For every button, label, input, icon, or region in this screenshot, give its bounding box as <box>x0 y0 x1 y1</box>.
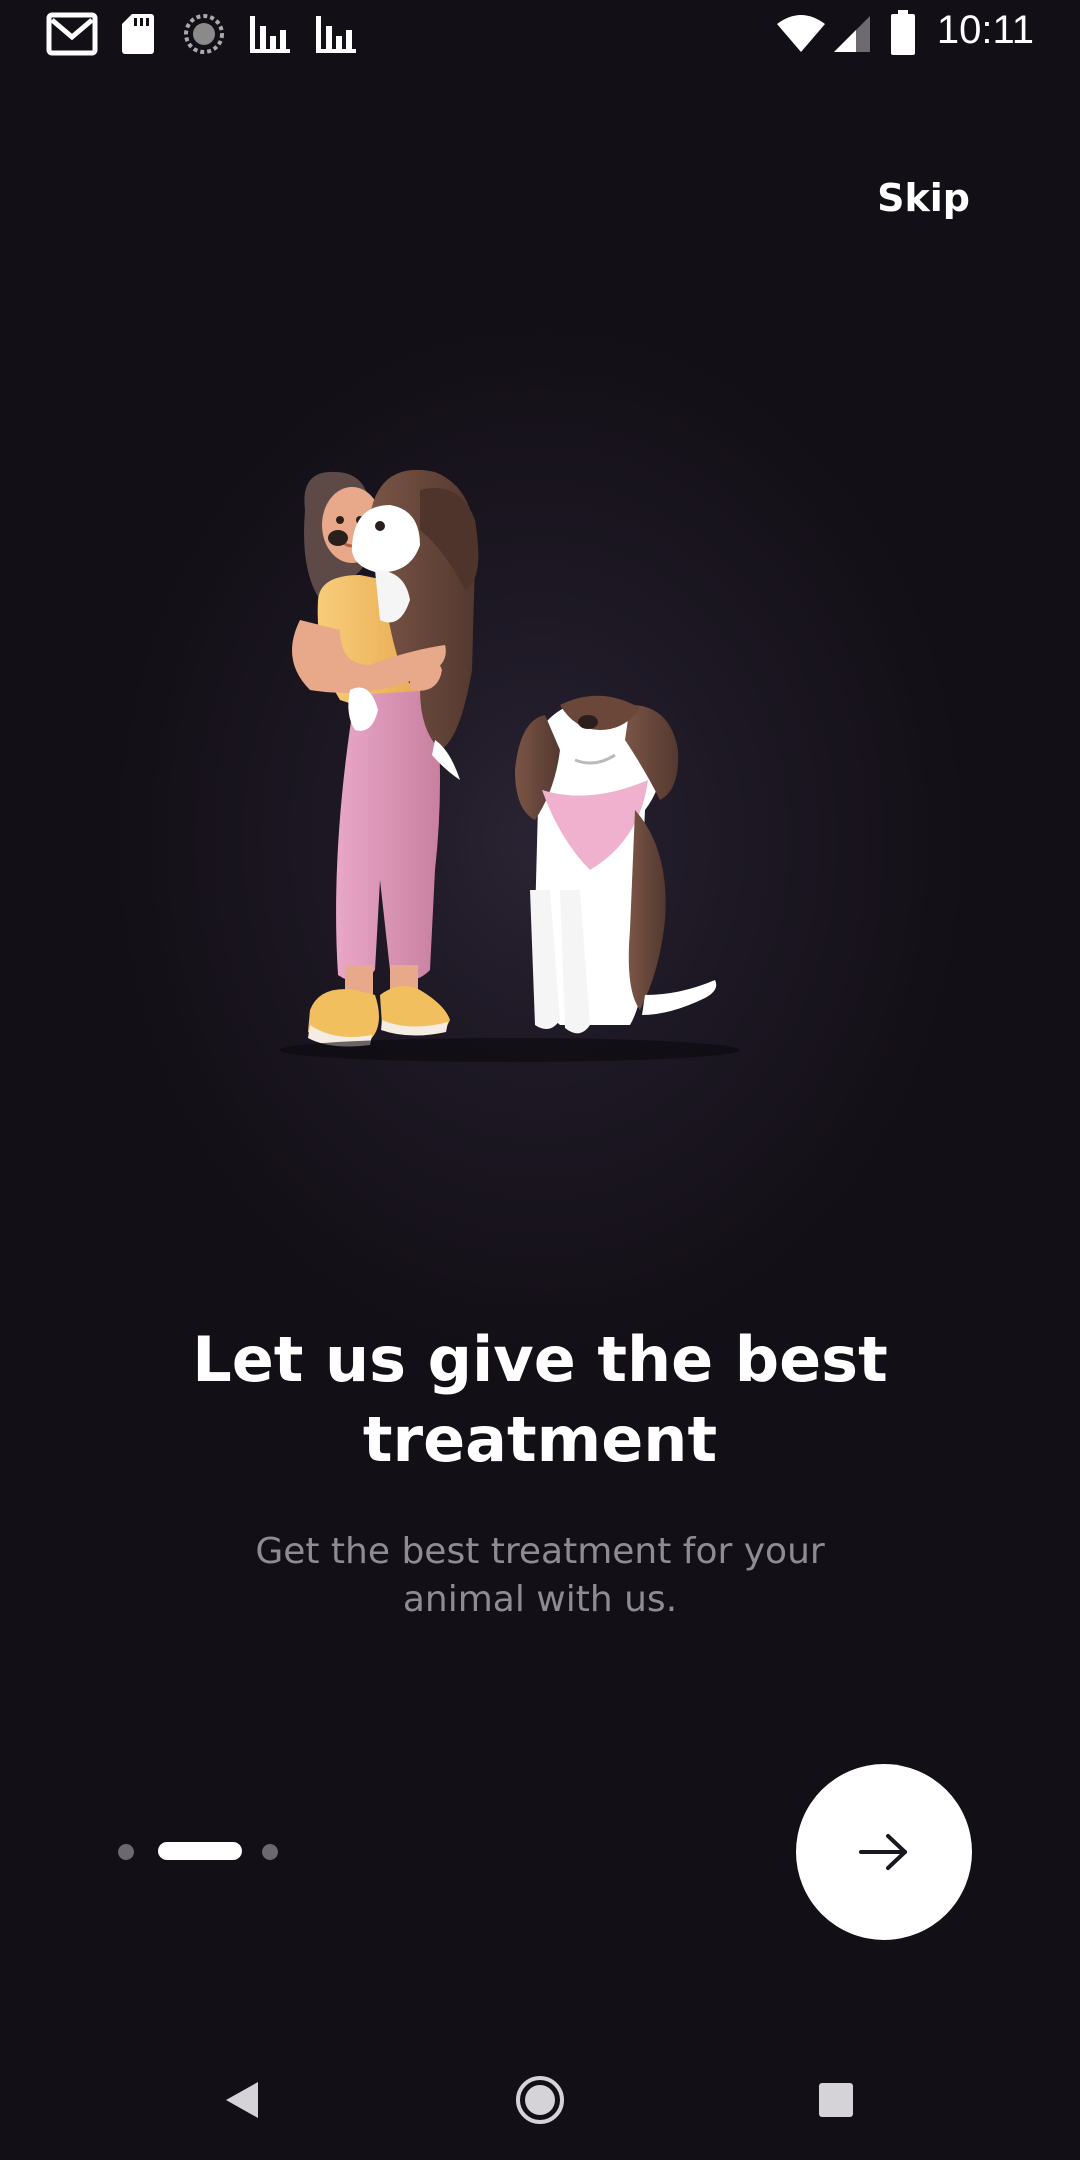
status-time: 10:11 <box>936 8 1034 52</box>
sync-icon <box>184 14 224 54</box>
navigation-bar <box>0 2040 1080 2160</box>
skip-button[interactable]: Skip <box>877 176 970 220</box>
gmail-icon <box>46 12 98 56</box>
onboarding-title: Let us give the best treatment <box>192 1323 888 1476</box>
onboarding-subtitle: Get the best treatment for your animal w… <box>255 1531 825 1620</box>
status-bar: 10:11 <box>0 0 1080 66</box>
arrow-right-icon <box>859 1834 907 1870</box>
page-dot <box>118 1844 134 1860</box>
back-icon <box>226 2082 258 2118</box>
sd-card-icon <box>122 14 154 54</box>
back-button[interactable] <box>212 2070 272 2130</box>
page-dot-active <box>158 1842 242 1860</box>
page-dot <box>262 1844 278 1860</box>
recents-icon <box>819 2083 853 2117</box>
cell-signal-icon <box>834 16 870 52</box>
recents-button[interactable] <box>806 2070 866 2130</box>
woman-with-dogs-illustration <box>280 469 740 1062</box>
battery-icon <box>891 10 915 55</box>
home-button[interactable] <box>510 2070 570 2130</box>
next-button[interactable] <box>796 1764 972 1940</box>
bar-chart-icon <box>250 16 290 53</box>
wifi-icon <box>777 15 825 52</box>
home-icon <box>516 2076 564 2124</box>
onboarding-screen: 10:11 Skip Let us give the best treatmen… <box>0 0 1080 2160</box>
bar-chart-icon <box>316 16 356 53</box>
